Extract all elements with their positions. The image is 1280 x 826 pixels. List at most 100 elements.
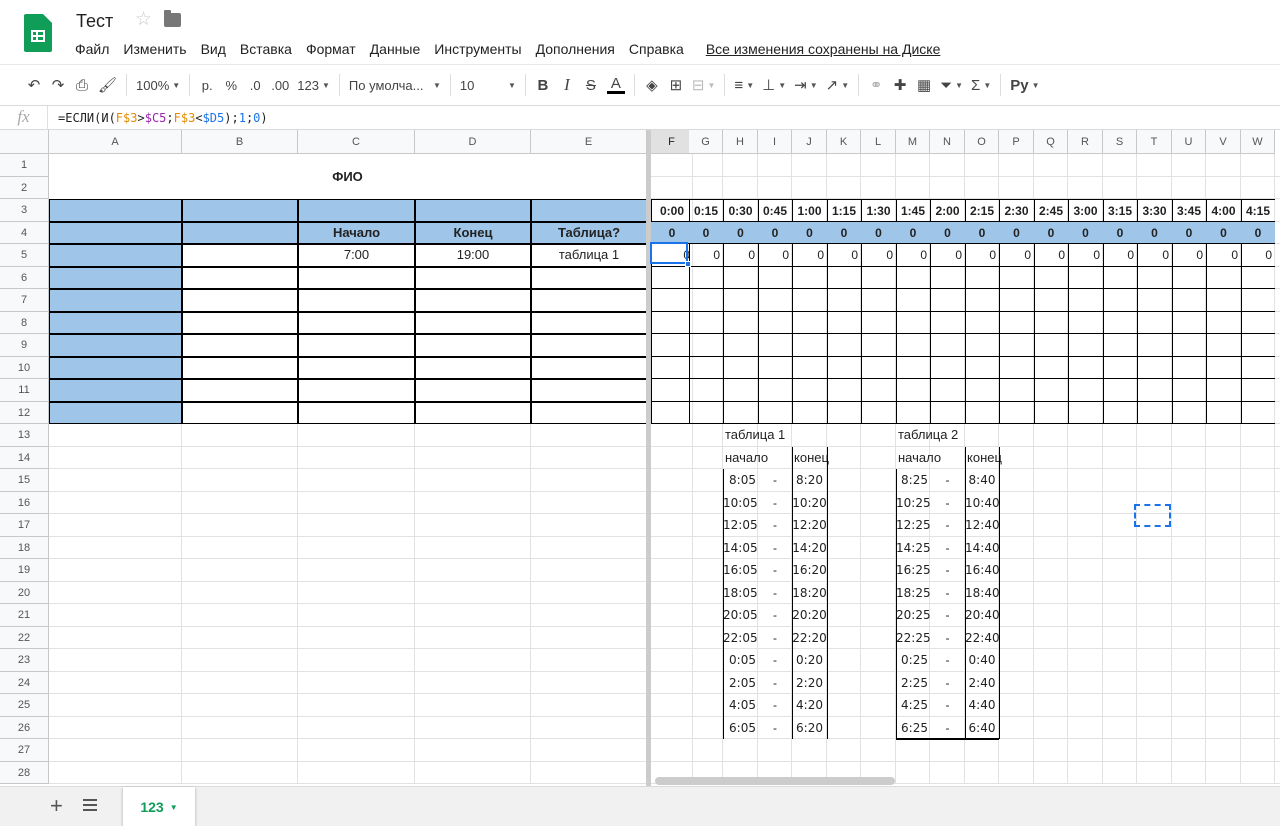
table1-dash-cell[interactable]: - (758, 717, 792, 740)
redo-icon[interactable]: ↷ (46, 72, 70, 98)
table2-end-cell[interactable]: 12:40 (965, 514, 999, 537)
row-header-11[interactable]: 11 (0, 379, 49, 402)
table1-dash-cell[interactable]: - (758, 694, 792, 717)
table1-end-cell[interactable]: 20:20 (792, 604, 827, 627)
table2-start-cell[interactable]: 16:25 (896, 559, 930, 582)
font-size-select[interactable]: 10 ▼ (456, 72, 520, 98)
menu-file[interactable]: Файл (68, 41, 116, 57)
row-header-13[interactable]: 13 (0, 424, 49, 447)
table1-title[interactable]: таблица 1 (723, 424, 823, 447)
chart-icon[interactable]: ▦ (912, 72, 936, 98)
menu-help[interactable]: Справка (622, 41, 691, 57)
number-format-select[interactable]: 123 ▼ (293, 72, 334, 98)
start-time-cell[interactable]: 7:00 (298, 244, 415, 267)
table2-end-cell[interactable]: 0:40 (965, 649, 999, 672)
time-header[interactable]: 4:15 (1241, 199, 1275, 222)
table1-start-cell[interactable]: 18:05 (723, 582, 758, 605)
table1-end-cell[interactable]: 4:20 (792, 694, 827, 717)
table2-end-cell[interactable]: 4:40 (965, 694, 999, 717)
star-icon[interactable]: ☆ (135, 8, 152, 31)
table2-dash-cell[interactable]: - (930, 604, 965, 627)
table1-dash-cell[interactable]: - (758, 649, 792, 672)
row-header-27[interactable]: 27 (0, 739, 49, 762)
row-header-9[interactable]: 9 (0, 334, 49, 357)
time-flag-cell[interactable]: 0 (651, 222, 693, 245)
table1-start-cell[interactable]: 22:05 (723, 627, 758, 650)
functions-icon[interactable]: Σ ▼ (967, 72, 995, 98)
strikethrough-button[interactable]: S (579, 72, 603, 98)
column-header-a[interactable]: A (49, 130, 182, 154)
select-all-corner[interactable] (0, 130, 49, 154)
table2-dash-cell[interactable]: - (930, 582, 965, 605)
table2-end-cell[interactable]: 2:40 (965, 672, 999, 695)
column-header-f[interactable]: F (651, 130, 693, 154)
column-header-h[interactable]: H (723, 130, 758, 154)
table2-start-cell[interactable]: 20:25 (896, 604, 930, 627)
time-flag-cell[interactable]: 0 (1137, 222, 1172, 245)
table1-end-cell[interactable]: 18:20 (792, 582, 827, 605)
time-flag-cell[interactable]: 0 (1172, 222, 1206, 245)
row-header-17[interactable]: 17 (0, 514, 49, 537)
time-header[interactable]: 0:30 (723, 199, 758, 222)
row-header-28[interactable]: 28 (0, 761, 49, 784)
time-flag-cell[interactable]: 0 (1206, 222, 1241, 245)
sheets-logo-icon[interactable] (24, 14, 52, 52)
table2-end-cell[interactable]: 22:40 (965, 627, 999, 650)
time-header[interactable]: 4:00 (1206, 199, 1241, 222)
column-header-g[interactable]: G (689, 130, 723, 154)
row-header-25[interactable]: 25 (0, 694, 49, 717)
column-header-v[interactable]: V (1206, 130, 1241, 154)
column-header-u[interactable]: U (1172, 130, 1206, 154)
menu-addons[interactable]: Дополнения (529, 41, 622, 57)
table2-start-cell[interactable]: 10:25 (896, 492, 930, 515)
horizontal-align-icon[interactable]: ≡ ▼ (730, 72, 758, 98)
row-header-15[interactable]: 15 (0, 469, 49, 492)
currency-format-button[interactable]: р. (195, 72, 219, 98)
table2-end-cell[interactable]: 18:40 (965, 582, 999, 605)
end-time-cell[interactable]: 19:00 (415, 244, 531, 267)
table2-dash-cell[interactable]: - (930, 469, 965, 492)
table2-dash-cell[interactable]: - (930, 537, 965, 560)
row-header-16[interactable]: 16 (0, 491, 49, 514)
table1-start-cell[interactable]: 14:05 (723, 537, 758, 560)
row-header-19[interactable]: 19 (0, 559, 49, 582)
table2-start-label[interactable]: начало (896, 447, 966, 470)
table1-start-cell[interactable]: 20:05 (723, 604, 758, 627)
menu-tools[interactable]: Инструменты (427, 41, 528, 57)
row-header-21[interactable]: 21 (0, 604, 49, 627)
percent-format-button[interactable]: % (219, 72, 243, 98)
row-header-20[interactable]: 20 (0, 581, 49, 604)
decrease-decimals-button[interactable]: .0 (243, 72, 267, 98)
table1-dash-cell[interactable]: - (758, 604, 792, 627)
column-header-c[interactable]: C (298, 130, 415, 154)
time-header[interactable]: 1:00 (792, 199, 827, 222)
table1-end-cell[interactable]: 14:20 (792, 537, 827, 560)
time-header[interactable]: 2:45 (1034, 199, 1068, 222)
table1-dash-cell[interactable]: - (758, 537, 792, 560)
column-header-t[interactable]: T (1137, 130, 1172, 154)
row-header-24[interactable]: 24 (0, 671, 49, 694)
table1-start-label[interactable]: начало (723, 447, 793, 470)
menu-data[interactable]: Данные (363, 41, 428, 57)
table2-start-cell[interactable]: 18:25 (896, 582, 930, 605)
header-start[interactable]: Начало (298, 222, 415, 245)
borders-icon[interactable]: ⊞ (664, 72, 688, 98)
table2-dash-cell[interactable]: - (930, 694, 965, 717)
table1-start-cell[interactable]: 8:05 (723, 469, 758, 492)
table2-start-cell[interactable]: 12:25 (896, 514, 930, 537)
table1-end-cell[interactable]: 10:20 (792, 492, 827, 515)
table2-end-cell[interactable]: 8:40 (965, 469, 999, 492)
row-header-10[interactable]: 10 (0, 356, 49, 379)
table2-dash-cell[interactable]: - (930, 649, 965, 672)
document-title[interactable]: Тест (76, 11, 113, 32)
column-header-s[interactable]: S (1103, 130, 1137, 154)
table1-start-cell[interactable]: 2:05 (723, 672, 758, 695)
filter-icon[interactable]: ⏷ ▼ (936, 72, 967, 98)
table1-end-cell[interactable]: 2:20 (792, 672, 827, 695)
table2-end-cell[interactable]: 20:40 (965, 604, 999, 627)
table2-end-cell[interactable]: 6:40 (965, 717, 999, 740)
table2-dash-cell[interactable]: - (930, 514, 965, 537)
link-icon[interactable]: ⚭ (864, 72, 888, 98)
text-wrap-icon[interactable]: ⇥ ▼ (790, 72, 822, 98)
table2-start-cell[interactable]: 0:25 (896, 649, 930, 672)
